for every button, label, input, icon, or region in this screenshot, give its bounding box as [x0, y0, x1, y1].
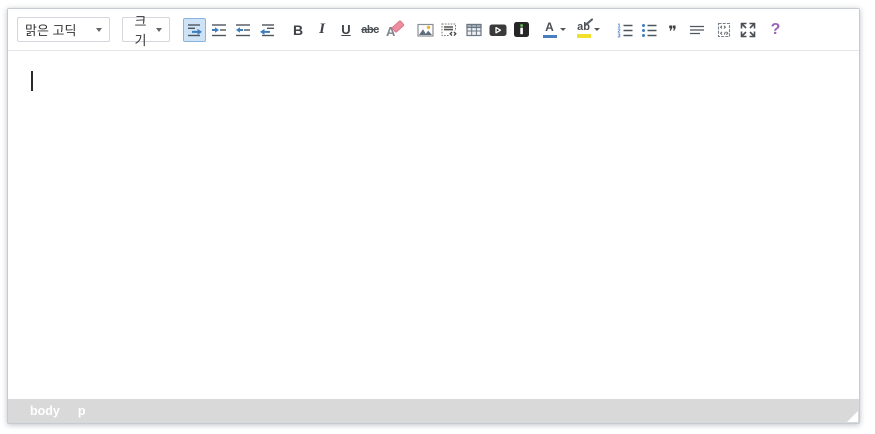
rtl-direction-icon [259, 22, 275, 38]
italic-button[interactable]: I [311, 18, 334, 42]
highlight-color-icon: ab [577, 22, 591, 38]
info-block-icon [513, 21, 530, 38]
font-size-value: 크기 [130, 11, 151, 49]
font-family-value: 맑은 고딕 [25, 20, 76, 39]
youtube-icon [489, 22, 507, 38]
insert-html-button[interactable] [438, 18, 461, 42]
align-lines-icon [689, 22, 705, 38]
italic-icon: I [319, 21, 325, 38]
bold-icon: B [293, 22, 303, 38]
help-button[interactable]: ? [764, 18, 787, 42]
unordered-list-icon [641, 22, 657, 38]
info-block-button[interactable] [510, 18, 533, 42]
chevron-down-icon [96, 28, 102, 32]
outdent-icon [235, 22, 251, 38]
svg-text:3: 3 [617, 33, 620, 38]
font-size-dropdown[interactable]: 크기 [122, 17, 170, 42]
highlight-color-button[interactable]: ab [572, 18, 605, 42]
ordered-list-icon: 1 2 3 [617, 22, 633, 38]
path-item-body[interactable]: body [30, 404, 60, 418]
underline-icon: U [341, 22, 350, 37]
insert-image-icon [417, 22, 434, 38]
remove-format-eraser-icon: A [385, 21, 403, 39]
editor-content[interactable] [8, 51, 859, 399]
chevron-down-icon [594, 28, 600, 31]
align-button[interactable] [685, 18, 708, 42]
insert-html-icon [441, 22, 458, 38]
element-path-statusbar: body p [8, 399, 859, 423]
rtl-direction-button[interactable] [255, 18, 278, 42]
resize-handle[interactable] [847, 411, 858, 422]
youtube-button[interactable] [486, 18, 509, 42]
blockquote-icon: ❞ [668, 24, 677, 40]
bold-button[interactable]: B [287, 18, 310, 42]
font-color-icon: A [543, 21, 557, 38]
help-icon: ? [771, 21, 781, 39]
view-source-icon [716, 22, 732, 38]
remove-format-button[interactable]: A [383, 18, 406, 42]
font-color-button[interactable]: A [538, 18, 571, 42]
unordered-list-button[interactable] [637, 18, 660, 42]
ltr-direction-button[interactable] [183, 18, 206, 42]
ordered-list-button[interactable]: 1 2 3 [613, 18, 636, 42]
text-cursor [31, 71, 33, 91]
strikethrough-button[interactable]: abc [359, 18, 382, 42]
underline-button[interactable]: U [335, 18, 358, 42]
rich-text-editor: 맑은 고딕 크기 [7, 8, 860, 424]
path-item-p[interactable]: p [78, 404, 86, 418]
blockquote-button[interactable]: ❞ [661, 18, 684, 42]
indent-button[interactable] [207, 18, 230, 42]
editor-toolbar: 맑은 고딕 크기 [8, 9, 859, 51]
strikethrough-icon: abc [361, 24, 378, 36]
fullscreen-button[interactable] [737, 18, 760, 42]
ltr-direction-icon [187, 22, 203, 38]
page: 맑은 고딕 크기 [0, 0, 875, 434]
insert-table-icon [466, 22, 482, 38]
outdent-button[interactable] [231, 18, 254, 42]
chevron-down-icon [156, 28, 162, 32]
insert-image-button[interactable] [414, 18, 437, 42]
chevron-down-icon [560, 28, 566, 31]
font-family-dropdown[interactable]: 맑은 고딕 [17, 17, 110, 42]
fullscreen-icon [740, 22, 756, 38]
insert-table-button[interactable] [462, 18, 485, 42]
view-source-button[interactable] [713, 18, 736, 42]
indent-icon [211, 22, 227, 38]
